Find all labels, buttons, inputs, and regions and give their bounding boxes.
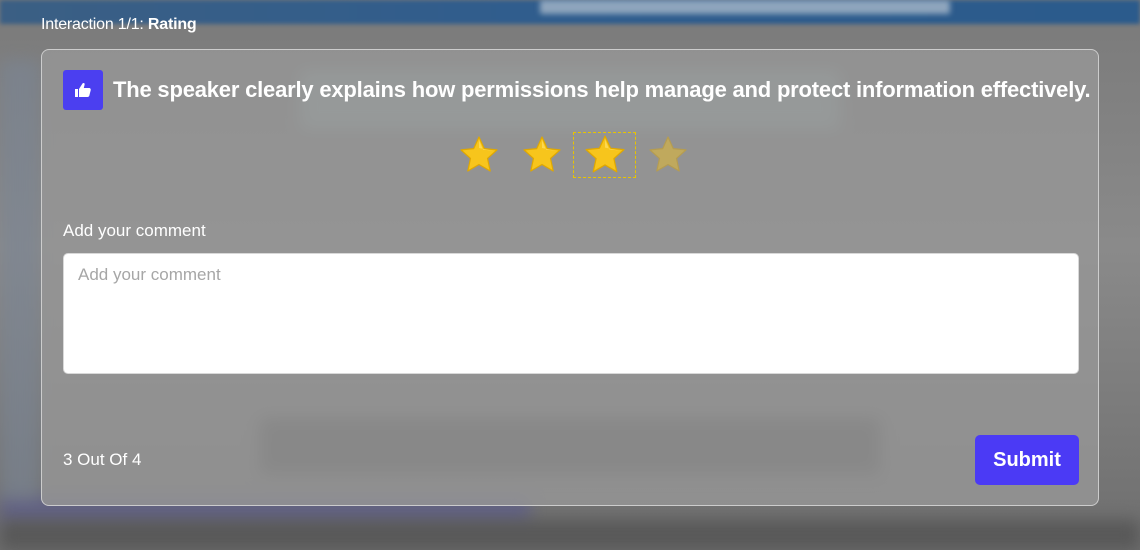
star-rating[interactable] xyxy=(447,132,699,178)
comment-label: Add your comment xyxy=(63,221,206,240)
background-blur-shape xyxy=(0,520,1140,550)
star-icon xyxy=(459,136,498,172)
thumbs-up-icon xyxy=(63,70,103,110)
interaction-header: Interaction 1/1: Rating xyxy=(41,16,197,34)
interaction-type: Rating xyxy=(147,16,197,33)
star-icon xyxy=(522,136,561,172)
submit-button[interactable]: Submit xyxy=(975,435,1079,485)
question-text: The speaker clearly explains how permiss… xyxy=(113,77,1091,102)
interaction-counter: Interaction 1/1: xyxy=(41,16,148,33)
star-icon xyxy=(584,135,625,173)
background-blur-shape xyxy=(0,60,40,500)
star-1[interactable] xyxy=(447,132,510,178)
star-2[interactable] xyxy=(510,132,573,178)
star-4[interactable] xyxy=(636,132,699,178)
star-3[interactable] xyxy=(573,132,636,178)
rating-progress-text: 3 Out Of 4 xyxy=(63,450,142,469)
star-icon xyxy=(648,136,687,172)
background-address-field xyxy=(540,0,950,14)
rating-card: The speaker clearly explains how permiss… xyxy=(41,49,1099,506)
comment-input[interactable] xyxy=(63,253,1079,374)
